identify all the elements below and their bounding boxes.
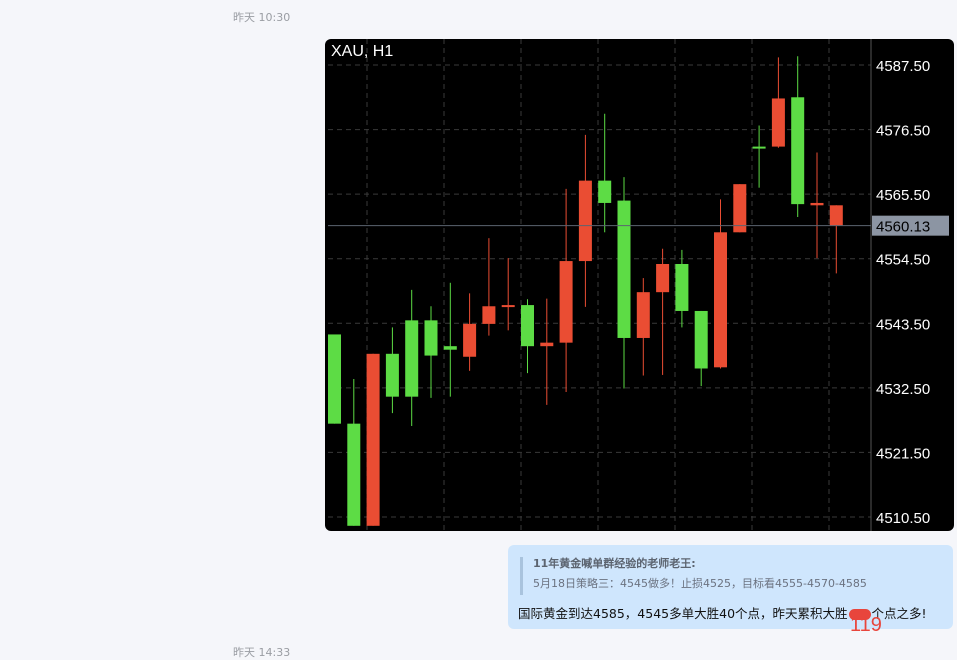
y-tick-label: 4543.50 (876, 316, 930, 333)
reply-text-before: 国际黄金到达4585，4545多单大胜40个点，昨天累积大胜 (518, 606, 848, 621)
candle-body (521, 305, 534, 347)
candle-body (598, 180, 612, 203)
timestamp-top: 昨天 10:30 (233, 11, 291, 24)
candle-body (829, 205, 843, 226)
candle-layer (328, 56, 843, 526)
candle-body (540, 342, 554, 347)
candle-body (771, 98, 785, 147)
candle-body (636, 292, 650, 338)
y-tick-label: 4576.50 (876, 123, 930, 140)
y-tick-label: 4510.50 (876, 510, 930, 527)
candle-body (617, 200, 631, 338)
candlestick-chart: 4510.50 4521.50 4532.50 4543.50 4554.50 4565.… (328, 39, 949, 531)
y-tick-label: 4532.50 (876, 381, 930, 398)
candle-body (366, 353, 380, 526)
y-tick-label: 4554.50 (876, 252, 930, 269)
candle-body (385, 353, 399, 397)
candle-body (482, 306, 496, 324)
candle-body (675, 263, 689, 311)
axis-layer: 4510.50 4521.50 4532.50 4543.50 4554.50 4565.… (328, 39, 949, 531)
red-count-label: 119 (850, 614, 882, 636)
candle-body (424, 320, 438, 356)
quoted-message[interactable]: 11年黄金喊单群经验的老师老王: 5月18日策略三：4545做多！止损4525，… (520, 557, 940, 595)
candle-body (752, 146, 766, 149)
candle-body (791, 97, 805, 205)
candle-body (347, 423, 361, 526)
candle-body (578, 180, 592, 262)
quote-text: 5月18日策略三：4545做多！止损4525，目标看4555-4570-4585 (533, 577, 867, 590)
candle-body (714, 232, 727, 368)
candle-body (405, 320, 419, 397)
candle-body (501, 305, 515, 308)
quote-author: 11年黄金喊单群经验的老师老王: (533, 557, 696, 570)
y-tick-label: 4565.50 (876, 187, 930, 204)
grid-layer (328, 39, 871, 531)
candle-body (733, 184, 747, 233)
candle-body (443, 346, 457, 350)
y-tick-label: 4587.50 (876, 58, 930, 75)
candle-body (656, 263, 670, 293)
candle-body (463, 323, 477, 357)
candle-body (559, 261, 573, 343)
chart-title: XAU, H1 (331, 43, 393, 60)
current-price-label: 4560.13 (876, 219, 930, 236)
candle-body (328, 334, 341, 424)
timestamp-bottom: 昨天 14:33 (233, 646, 291, 659)
message-bubble-reply[interactable]: 11年黄金喊单群经验的老师老王: 5月18日策略三：4545做多！止损4525，… (508, 545, 953, 629)
candle-body (810, 202, 824, 206)
candle-body (694, 310, 708, 369)
chart-image-message[interactable]: 4510.50 4521.50 4532.50 4543.50 4554.50 4565.… (325, 39, 954, 531)
y-tick-label: 4521.50 (876, 445, 930, 462)
